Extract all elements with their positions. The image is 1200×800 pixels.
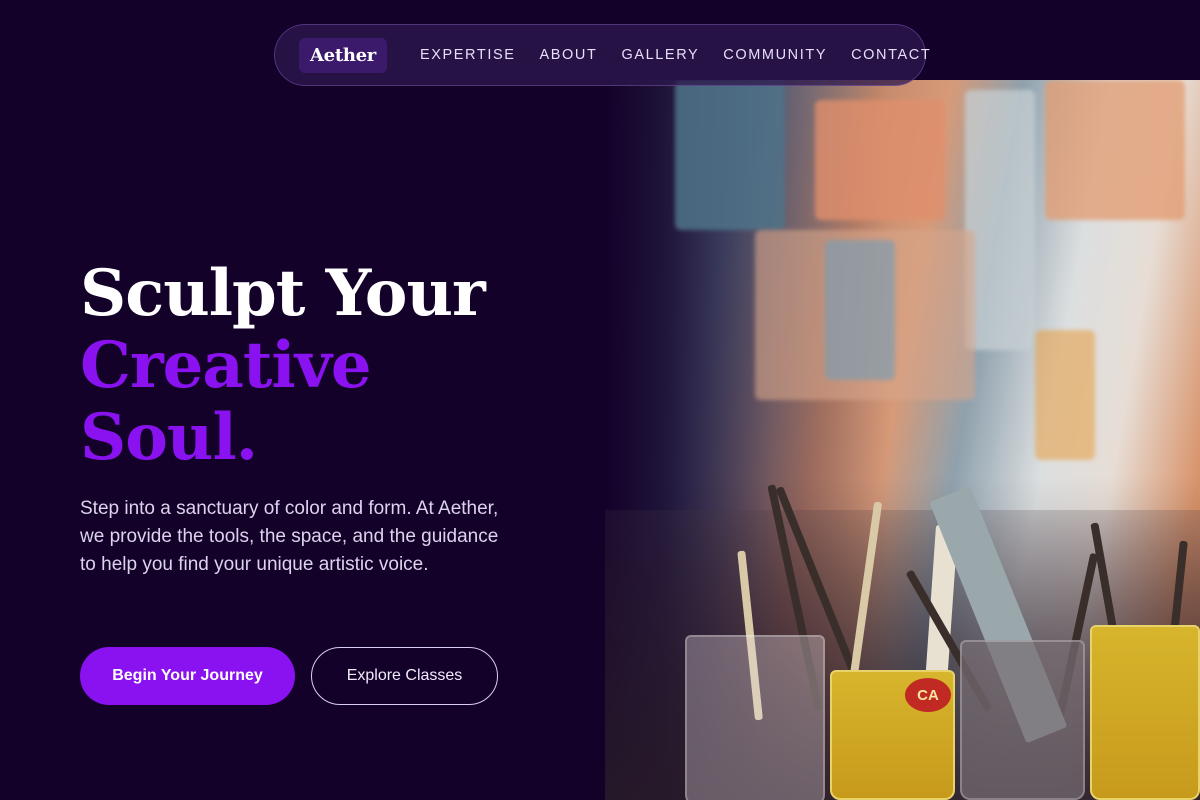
explore-classes-button[interactable]: Explore Classes — [311, 647, 498, 705]
brush-jar — [960, 640, 1085, 800]
paint-patch — [965, 90, 1035, 350]
nav-link-contact[interactable]: CONTACT — [851, 47, 931, 63]
paint-patch — [825, 240, 895, 380]
brand-logo[interactable]: Aether — [299, 37, 387, 73]
clear-jar — [685, 635, 825, 800]
nav-link-community[interactable]: COMMUNITY — [723, 47, 827, 63]
main-navigation: Aether EXPERTISE ABOUT GALLERY COMMUNITY… — [274, 24, 930, 86]
nav-link-gallery[interactable]: GALLERY — [621, 47, 699, 63]
paint-patch — [1045, 80, 1185, 220]
hero-title-line-3: Soul. — [80, 400, 258, 475]
nav-link-about[interactable]: ABOUT — [540, 47, 598, 63]
nav-link-expertise[interactable]: EXPERTISE — [420, 47, 516, 63]
hero-description: Step into a sanctuary of color and form.… — [80, 498, 499, 575]
hero-title: Sculpt Your Creative Soul. — [80, 258, 600, 474]
paint-patch — [1035, 330, 1095, 460]
hero-title-line-2: Creative — [80, 328, 372, 403]
paint-patch — [815, 100, 945, 220]
paint-can — [1090, 625, 1200, 800]
hero-title-line-1: Sculpt Your — [80, 256, 486, 331]
begin-journey-button[interactable]: Begin Your Journey — [80, 647, 295, 705]
hero-image-art-studio: CA — [605, 80, 1200, 800]
paint-patch — [675, 80, 785, 230]
paint-can-label: CA — [905, 678, 951, 712]
